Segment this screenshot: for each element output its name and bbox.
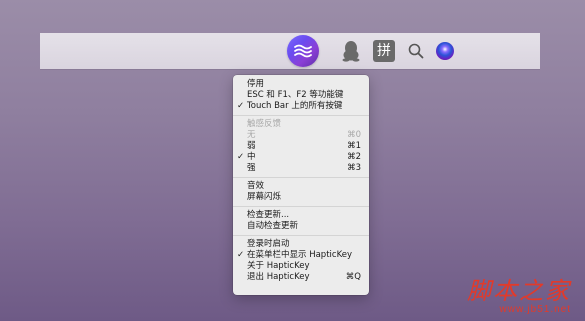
menu-item-label: 在菜单栏中显示 HapticKey xyxy=(247,250,352,260)
checkmark-icon: ✓ xyxy=(237,250,245,260)
menu-separator xyxy=(233,235,369,236)
menu-item-shortcut: ⌘Q xyxy=(345,272,361,282)
pinyin-input-menu[interactable]: 拼 xyxy=(371,33,397,69)
site-watermark: 脚本之家 www.jb51.net xyxy=(467,278,571,316)
menu-item-label: ESC 和 F1、F2 等功能键 xyxy=(247,90,344,100)
menu-item-label: 退出 HapticKey xyxy=(247,272,310,282)
search-icon xyxy=(408,43,424,59)
menu-item-function-keys[interactable]: ESC 和 F1、F2 等功能键 xyxy=(233,90,369,101)
menu-separator xyxy=(233,206,369,207)
haptickey-icon xyxy=(287,35,319,67)
menu-item-show-in-menubar[interactable]: ✓ 在菜单栏中显示 HapticKey xyxy=(233,250,369,261)
siri-icon xyxy=(436,42,454,60)
menu-separator xyxy=(233,177,369,178)
haptickey-menu-extra[interactable] xyxy=(285,33,321,69)
menu-item-quit[interactable]: 退出 HapticKey ⌘Q xyxy=(233,272,369,283)
menu-item-shortcut: ⌘2 xyxy=(347,152,361,162)
menu-item-launch-at-login[interactable]: 登录时启动 xyxy=(233,239,369,250)
menu-item-haptic-strong[interactable]: 强 ⌘3 xyxy=(233,163,369,174)
menu-bar: 拼 xyxy=(40,33,540,69)
menu-item-haptic-none[interactable]: 无 ⌘0 xyxy=(233,130,369,141)
qq-penguin-icon xyxy=(342,41,360,62)
menu-item-sound-effect[interactable]: 音效 xyxy=(233,181,369,192)
spotlight-menu-extra[interactable] xyxy=(405,33,427,69)
menu-item-about[interactable]: 关于 HapticKey xyxy=(233,261,369,272)
menu-section-haptic-feedback: 触感反馈 xyxy=(233,119,369,130)
menu-item-label: 检查更新... xyxy=(247,210,290,220)
waves-icon xyxy=(294,44,312,58)
menu-item-label: 中 xyxy=(247,152,256,162)
checkmark-icon: ✓ xyxy=(237,152,245,162)
menu-item-check-updates[interactable]: 检查更新... xyxy=(233,210,369,221)
menu-item-haptic-medium[interactable]: ✓ 中 ⌘2 xyxy=(233,152,369,163)
menu-separator xyxy=(233,115,369,116)
checkmark-icon: ✓ xyxy=(237,101,245,111)
menu-item-shortcut: ⌘3 xyxy=(347,163,361,173)
menu-item-label: 屏幕闪烁 xyxy=(247,192,282,202)
menu-item-shortcut: ⌘0 xyxy=(347,130,361,140)
qq-menu-extra[interactable] xyxy=(340,33,362,69)
watermark-title: 脚本之家 xyxy=(467,277,571,305)
menu-item-label: Touch Bar 上的所有按键 xyxy=(247,101,343,111)
watermark-url: www.jb51.net xyxy=(499,304,571,315)
menu-item-label: 弱 xyxy=(247,141,256,151)
menu-item-label: 音效 xyxy=(247,181,265,191)
menu-item-screen-flash[interactable]: 屏幕闪烁 xyxy=(233,192,369,203)
menu-item-shortcut: ⌘1 xyxy=(347,141,361,151)
menu-item-label: 登录时启动 xyxy=(247,239,290,249)
menu-item-label: 关于 HapticKey xyxy=(247,261,310,271)
siri-menu-extra[interactable] xyxy=(433,33,457,69)
menu-item-all-touchbar-keys[interactable]: ✓ Touch Bar 上的所有按键 xyxy=(233,101,369,112)
menu-item-label: 自动检查更新 xyxy=(247,221,299,231)
menu-item-label: 无 xyxy=(247,130,256,140)
menu-item-label: 触感反馈 xyxy=(247,119,282,129)
haptickey-dropdown-menu: 停用 ESC 和 F1、F2 等功能键 ✓ Touch Bar 上的所有按键 触… xyxy=(233,75,369,295)
menu-item-label: 强 xyxy=(247,163,256,173)
menu-item-auto-check-updates[interactable]: 自动检查更新 xyxy=(233,221,369,232)
menu-item-haptic-weak[interactable]: 弱 ⌘1 xyxy=(233,141,369,152)
menu-item-label: 停用 xyxy=(247,79,265,89)
menu-item-disable[interactable]: 停用 xyxy=(233,79,369,90)
pinyin-input-icon: 拼 xyxy=(373,40,395,62)
